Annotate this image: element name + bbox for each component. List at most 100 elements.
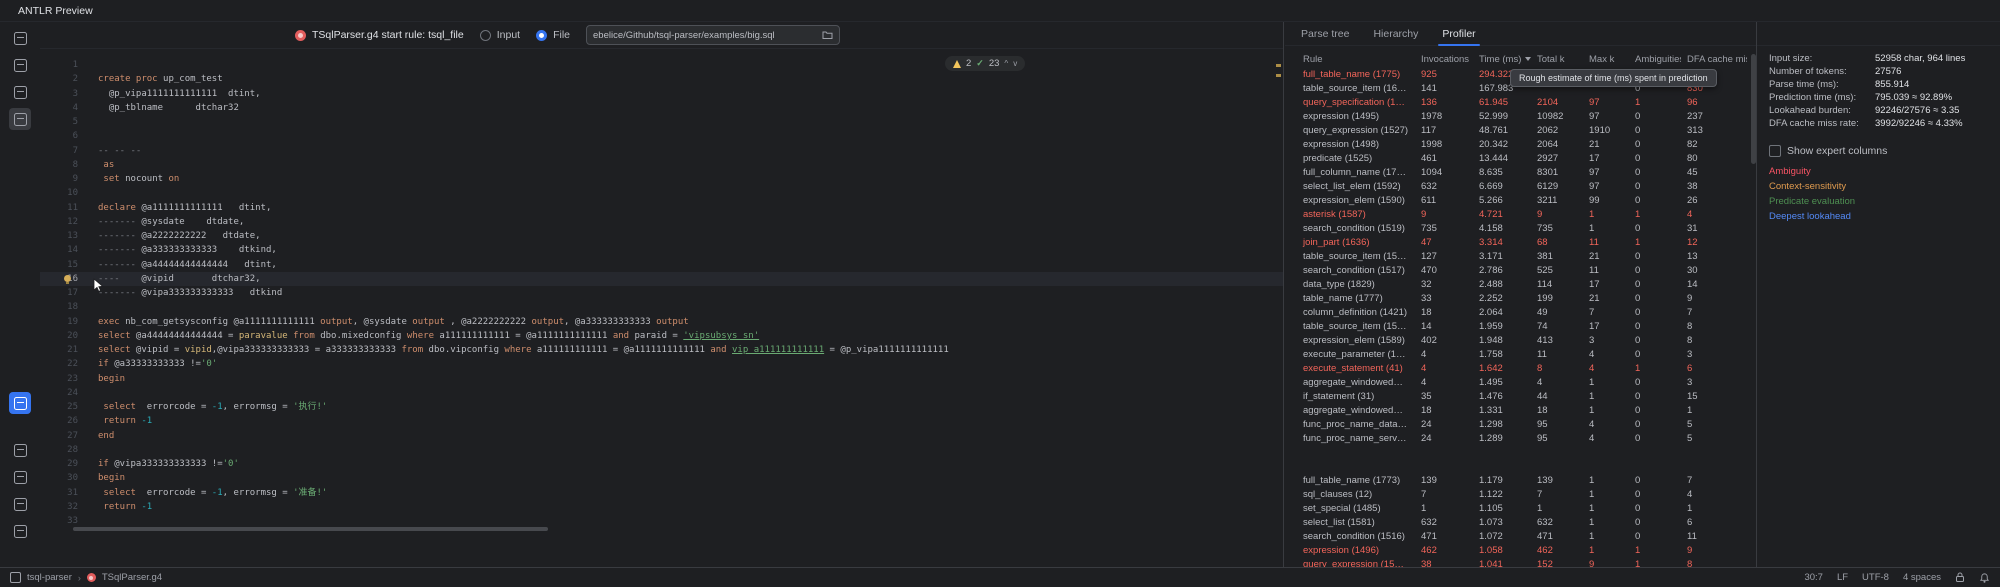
tool-button-search-icon[interactable]: [9, 81, 31, 103]
table-row[interactable]: execute_statement (41)41.6428416: [1297, 362, 1749, 376]
column-header-invocations[interactable]: Invocations: [1415, 52, 1473, 68]
table-row[interactable]: expression_elem (1589)4021.948413308: [1297, 334, 1749, 348]
status-utf-8[interactable]: UTF-8: [1862, 572, 1889, 583]
tab-parse-tree[interactable]: Parse tree: [1289, 22, 1361, 46]
table-row[interactable]: table_source_item (15…141.959741708: [1297, 320, 1749, 334]
code-line[interactable]: 18: [40, 300, 1283, 314]
code-line[interactable]: 28: [40, 443, 1283, 457]
code-line[interactable]: 13------- @a2222222222 dtdate,: [40, 229, 1283, 243]
code-line[interactable]: 30begin: [40, 471, 1283, 485]
code-line[interactable]: 6: [40, 129, 1283, 143]
table-row[interactable]: full_column_name (17…10948.635830197045: [1297, 166, 1749, 180]
table-row[interactable]: join_part (1636)473.3146811112: [1297, 236, 1749, 250]
code-line[interactable]: 16---- @vipid dtchar32,: [40, 272, 1283, 286]
code-editor[interactable]: 12create proc up_com_test3 @p_vipa111111…: [40, 50, 1283, 567]
column-header-ambiguities[interactable]: Ambiguities: [1629, 52, 1681, 68]
code-line[interactable]: 24: [40, 386, 1283, 400]
code-line[interactable]: 12------- @sysdate dtdate,: [40, 215, 1283, 229]
file-radio[interactable]: [536, 30, 547, 41]
code-line[interactable]: 4 @p_tblname dtchar32: [40, 101, 1283, 115]
tool-button-commit-icon[interactable]: [9, 493, 31, 515]
prev-issue-chevron-icon[interactable]: ^: [1004, 60, 1008, 68]
code-line[interactable]: 19exec nb_com_getsysconfig @a11111111111…: [40, 315, 1283, 329]
file-radio-label[interactable]: File: [553, 29, 570, 41]
table-row[interactable]: data_type (1829)322.48811417014: [1297, 278, 1749, 292]
table-row[interactable]: aggregate_windowed…181.33118101: [1297, 404, 1749, 418]
table-row[interactable]: select_list (1581)6321.073632106: [1297, 516, 1749, 530]
code-line[interactable]: 10: [40, 186, 1283, 200]
tool-button-layout-icon[interactable]: [9, 439, 31, 461]
code-line[interactable]: 7-- -- --: [40, 144, 1283, 158]
code-line[interactable]: 3 @p_vipa1111111111111 dtint,: [40, 87, 1283, 101]
table-row[interactable]: search_condition (1517)4702.78652511030: [1297, 264, 1749, 278]
code-line[interactable]: 11declare @a1111111111111 dtint,: [40, 201, 1283, 215]
error-stripe-mark[interactable]: [1276, 64, 1281, 67]
folder-icon[interactable]: [822, 30, 833, 40]
table-row[interactable]: query_specification (1…13661.94521049719…: [1297, 96, 1749, 110]
show-expert-columns-checkbox[interactable]: [1769, 145, 1781, 157]
table-row[interactable]: full_table_name (1773)1391.179139107: [1297, 474, 1749, 488]
table-row[interactable]: func_proc_name_data…241.29895405: [1297, 418, 1749, 432]
test-file-path[interactable]: ebelice/Github/tsql-parser/examples/big.…: [593, 30, 816, 41]
code-line[interactable]: 27end: [40, 429, 1283, 443]
column-header-max-k[interactable]: Max k: [1583, 52, 1629, 68]
code-line[interactable]: 26 return -1: [40, 414, 1283, 428]
table-row[interactable]: expression (1496)4621.058462119: [1297, 544, 1749, 558]
code-line[interactable]: 23begin: [40, 372, 1283, 386]
code-line[interactable]: 14------- @a333333333333 dtkind,: [40, 243, 1283, 257]
tool-button-bookmark-icon[interactable]: [9, 54, 31, 76]
profiler-table[interactable]: RuleInvocationsTime (ms)Total kMax kAmbi…: [1297, 52, 1749, 567]
inspections-widget[interactable]: 2 ✓ 23 ^ v: [945, 56, 1025, 71]
tool-button-notifications-icon[interactable]: [9, 520, 31, 542]
next-issue-chevron-icon[interactable]: v: [1013, 60, 1017, 68]
antlr-preview-tool-icon[interactable]: [9, 392, 31, 414]
code-line[interactable]: 25 select errorcode = -1, errormsg = '执行…: [40, 400, 1283, 414]
status-30-7[interactable]: 30:7: [1804, 572, 1823, 583]
table-row[interactable]: select_list_elem (1592)6326.669612997038: [1297, 180, 1749, 194]
expert-columns-row[interactable]: Show expert columns: [1769, 144, 2000, 158]
table-row[interactable]: asterisk (1587)94.7219114: [1297, 208, 1749, 222]
table-row[interactable]: [1297, 460, 1749, 474]
table-row[interactable]: expression_elem (1590)6115.266321199026: [1297, 194, 1749, 208]
input-radio[interactable]: [480, 30, 491, 41]
test-file-path-field[interactable]: ebelice/Github/tsql-parser/examples/big.…: [586, 25, 840, 45]
table-row[interactable]: table_source_item (15…1273.17138121013: [1297, 250, 1749, 264]
code-line[interactable]: 15------- @a44444444444444 dtint,: [40, 258, 1283, 272]
tab-profiler[interactable]: Profiler: [1430, 22, 1487, 46]
code-line[interactable]: 32 return -1: [40, 500, 1283, 514]
table-row[interactable]: execute_parameter (1…41.75811403: [1297, 348, 1749, 362]
code-line[interactable]: 31 select errorcode = -1, errormsg = '准备…: [40, 486, 1283, 500]
breadcrumb-project[interactable]: tsql-parser: [27, 572, 72, 583]
column-header-total-k[interactable]: Total k: [1531, 52, 1583, 68]
intention-bulb-icon[interactable]: [64, 275, 71, 282]
status-lf[interactable]: LF: [1837, 572, 1848, 583]
tab-hierarchy[interactable]: Hierarchy: [1361, 22, 1430, 46]
table-row[interactable]: search_condition (1519)7354.1587351031: [1297, 222, 1749, 236]
input-radio-group[interactable]: Input: [480, 29, 520, 41]
horizontal-scrollbar[interactable]: [73, 527, 548, 531]
column-header-dfa-cache-miss[interactable]: DFA cache miss: [1681, 52, 1747, 68]
code-line[interactable]: 17------- @vipa333333333333 dtkind: [40, 286, 1283, 300]
show-expert-columns-label[interactable]: Show expert columns: [1787, 145, 1887, 157]
table-row[interactable]: predicate (1525)46113.444292717080: [1297, 152, 1749, 166]
code-line[interactable]: 20select @a44444444444444 = paravalue fr…: [40, 329, 1283, 343]
table-row[interactable]: set_special (1485)11.1051101: [1297, 502, 1749, 516]
table-row[interactable]: table_name (1777)332.2521992109: [1297, 292, 1749, 306]
table-row[interactable]: query_expression (15…381.041152918: [1297, 558, 1749, 567]
table-row[interactable]: func_proc_name_serv…241.28995405: [1297, 432, 1749, 446]
column-header-rule[interactable]: Rule: [1297, 52, 1415, 68]
tool-button-preview-icon[interactable]: [9, 108, 31, 130]
code-line[interactable]: 8 as: [40, 158, 1283, 172]
input-radio-label[interactable]: Input: [497, 29, 520, 41]
profiler-table-header[interactable]: RuleInvocationsTime (ms)Total kMax kAmbi…: [1297, 52, 1749, 68]
column-header-time-ms-[interactable]: Time (ms): [1473, 52, 1531, 68]
code-line[interactable]: 1: [40, 58, 1283, 72]
status-4-spaces[interactable]: 4 spaces: [1903, 572, 1941, 583]
table-row[interactable]: query_expression (1527)11748.76120621910…: [1297, 124, 1749, 138]
table-row[interactable]: expression (1498)199820.342206421082: [1297, 138, 1749, 152]
code-line[interactable]: 29if @vipa333333333333 !='0': [40, 457, 1283, 471]
error-stripe-mark[interactable]: [1276, 74, 1281, 77]
code-line[interactable]: 5: [40, 115, 1283, 129]
table-row[interactable]: [1297, 446, 1749, 460]
table-row[interactable]: column_definition (1421)182.06449707: [1297, 306, 1749, 320]
